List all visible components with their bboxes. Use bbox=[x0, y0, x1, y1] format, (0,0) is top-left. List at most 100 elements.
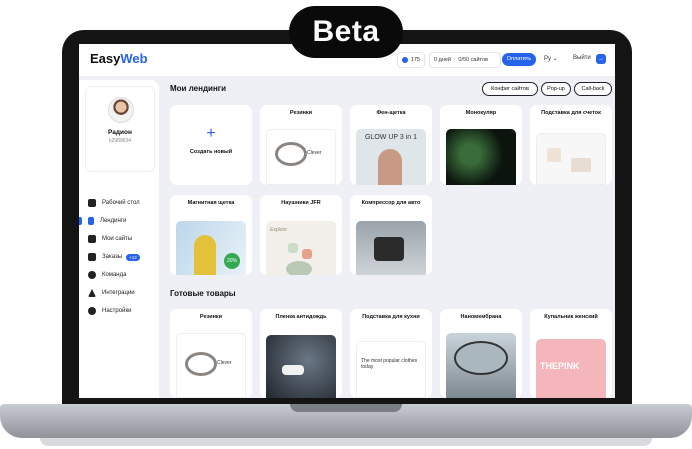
sidebar-item-settings[interactable]: Настройки bbox=[79, 302, 159, 320]
profile-card[interactable]: Радион k2989634 bbox=[85, 86, 155, 172]
landing-title: Компрессор для авто bbox=[361, 200, 421, 206]
landing-thumbnail: Explore bbox=[266, 221, 336, 275]
product-thumbnail: THEPINK bbox=[536, 339, 606, 398]
product-card[interactable]: Наномембрана bbox=[440, 309, 522, 398]
logout-button[interactable]: Выйти bbox=[573, 55, 591, 61]
sidebar-item-label: Настройки bbox=[102, 308, 132, 314]
landing-card[interactable]: Фен-щетка GLOW UP 3 in 1 bbox=[350, 105, 432, 185]
avatar bbox=[108, 97, 134, 123]
hair-tie-image bbox=[275, 142, 307, 166]
landing-thumbnail: 20% bbox=[176, 221, 246, 275]
earbud-image bbox=[302, 249, 312, 259]
earbud-image bbox=[288, 243, 298, 253]
product-card[interactable]: Купальник женский THEPINK bbox=[530, 309, 612, 398]
person-image bbox=[194, 235, 216, 275]
sidebar-item-label: Рабочий стол bbox=[102, 200, 140, 206]
language-value: Ру bbox=[544, 56, 552, 62]
landing-card[interactable]: Резинки Clever bbox=[260, 105, 342, 185]
profile-id: k2989634 bbox=[109, 138, 131, 144]
coin-icon bbox=[402, 57, 408, 63]
profile-name: Радион bbox=[108, 129, 132, 136]
landing-title: Резинки bbox=[289, 110, 313, 116]
landing-thumbnail: GLOW UP 3 in 1 bbox=[356, 129, 426, 185]
sidebar-item-label: Интеграции bbox=[102, 290, 135, 296]
pay-button[interactable]: Оплатить bbox=[502, 53, 536, 66]
landing-card[interactable]: Компрессор для авто bbox=[350, 195, 432, 275]
person-image bbox=[378, 149, 402, 185]
create-landing-label: Создать новый bbox=[189, 149, 233, 155]
compressor-image bbox=[374, 237, 404, 261]
days-left: 0 дней bbox=[434, 57, 451, 63]
thumb-caption: Explore bbox=[270, 227, 287, 233]
product-thumbnail bbox=[266, 335, 336, 398]
product-title: Пленка антидождь bbox=[275, 314, 327, 320]
balance-chip[interactable]: 175 bbox=[397, 52, 425, 68]
landing-title: Наушники JFR bbox=[281, 200, 321, 206]
desktop-icon bbox=[88, 199, 96, 207]
landing-card[interactable]: Монокуляр bbox=[440, 105, 522, 185]
landing-card[interactable]: Наушники JFR Explore bbox=[260, 195, 342, 275]
product-image bbox=[547, 148, 561, 162]
product-thumbnail: Clever bbox=[176, 333, 246, 398]
landing-card[interactable]: Магнитная щетка 20% bbox=[170, 195, 252, 275]
orders-badge: +12 bbox=[126, 253, 140, 261]
landing-thumbnail: Clever bbox=[266, 129, 336, 185]
landing-card[interactable]: Подставка для счеток bbox=[530, 105, 612, 185]
sidebar-item-label: Мои сайты bbox=[102, 236, 133, 242]
thumb-caption: THEPINK bbox=[540, 361, 580, 371]
sidebar-item-label: Заказы bbox=[102, 254, 123, 260]
landing-title: Фен-щетка bbox=[376, 110, 406, 116]
sites-count: 0/50 сайтов bbox=[458, 57, 488, 63]
sidebar-item-integrations[interactable]: Интеграции bbox=[79, 284, 159, 302]
sidebar-item-landings[interactable]: Лендинги bbox=[79, 212, 159, 230]
product-card[interactable]: Пленка антидождь bbox=[260, 309, 342, 398]
discount-badge: 20% bbox=[224, 253, 240, 269]
product-title: Наномембрана bbox=[460, 314, 502, 320]
landing-title: Подставка для счеток bbox=[541, 110, 601, 116]
plus-icon: + bbox=[206, 125, 216, 142]
logout-icon[interactable]: → bbox=[596, 54, 606, 64]
sidebar-item-label: Команда bbox=[102, 272, 127, 278]
language-select[interactable]: Ру ⌄ bbox=[544, 55, 558, 62]
laptop-notch bbox=[290, 404, 402, 412]
beta-badge: Beta bbox=[289, 6, 403, 58]
product-card[interactable]: Подставка для кухни The most popular clo… bbox=[350, 309, 432, 398]
earbud-case-image bbox=[286, 261, 312, 275]
popup-button[interactable]: Pop-up bbox=[541, 82, 571, 96]
logo-text-main: Easy bbox=[90, 51, 121, 66]
product-card[interactable]: Резинки Clever bbox=[170, 309, 252, 398]
sidebar-item-team[interactable]: Команда bbox=[79, 266, 159, 284]
balance-value: 175 bbox=[410, 57, 420, 63]
phone-icon bbox=[88, 217, 94, 225]
sidebar-item-my-sites[interactable]: Мои сайты bbox=[79, 230, 159, 248]
mirror-image bbox=[454, 341, 508, 375]
callback-button[interactable]: Call-back bbox=[574, 82, 612, 96]
car-image bbox=[282, 365, 304, 375]
gear-icon bbox=[88, 307, 96, 315]
product-title: Резинки bbox=[199, 314, 223, 320]
logo-text-accent: Web bbox=[120, 51, 148, 66]
rocket-icon bbox=[88, 289, 96, 297]
product-title: Купальник женский bbox=[544, 314, 598, 320]
sidebar-nav: Рабочий стол Лендинги Мои сайты Заказы +1… bbox=[79, 194, 159, 320]
landings-title: Мои лендинги bbox=[170, 84, 227, 93]
team-icon bbox=[88, 271, 96, 279]
create-landing-card[interactable]: + Создать новый bbox=[170, 105, 252, 185]
plan-chip[interactable]: 0 дней | 0/50 сайтов bbox=[429, 52, 501, 68]
cart-icon bbox=[88, 253, 96, 261]
product-title: Подставка для кухни bbox=[362, 314, 420, 320]
site-config-button[interactable]: Конфиг сайтов bbox=[482, 82, 538, 96]
laptop-shadow bbox=[40, 438, 652, 446]
logo[interactable]: EasyWeb bbox=[90, 51, 148, 66]
thumb-caption: Clever bbox=[307, 150, 322, 156]
sidebar-item-desktop[interactable]: Рабочий стол bbox=[79, 194, 159, 212]
sidebar-item-orders[interactable]: Заказы +12 bbox=[79, 248, 159, 266]
app-screen: EasyWeb 175 0 дней | 0/50 сайтов Оплатить … bbox=[79, 44, 615, 398]
landing-title: Магнитная щетка bbox=[187, 200, 235, 206]
chip-divider: | bbox=[453, 57, 456, 63]
landing-title: Монокуляр bbox=[465, 110, 497, 116]
hair-tie-image bbox=[185, 352, 217, 376]
thumb-caption: The most popular clothes today bbox=[361, 358, 418, 370]
chevron-down-icon: ⌄ bbox=[552, 56, 558, 62]
thumb-caption: Clever bbox=[217, 360, 232, 366]
